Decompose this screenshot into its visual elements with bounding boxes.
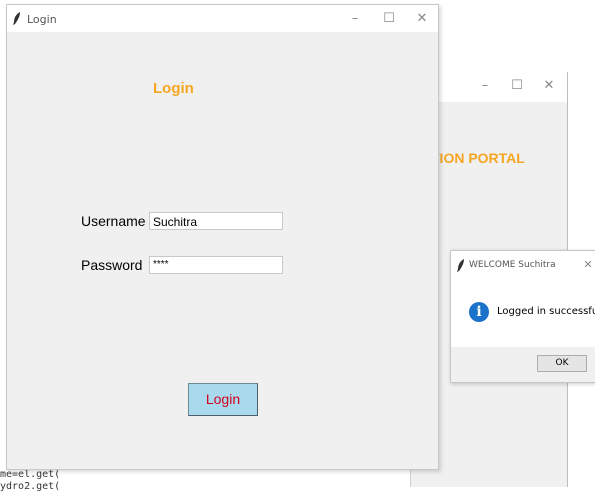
- password-field[interactable]: ****: [149, 256, 283, 274]
- welcome-dialog: WELCOME Suchitra ✕ i Logged in successfu…: [450, 250, 595, 383]
- feather-icon: [13, 12, 21, 28]
- code-line: me=el.get(: [0, 469, 61, 480]
- dialog-title: WELCOME Suchitra: [469, 260, 556, 270]
- login-titlebar: Login – ☐ ✕: [7, 5, 438, 32]
- login-window: Login – ☐ ✕ Login Username Suchitra Pass…: [6, 4, 439, 470]
- close-icon[interactable]: ✕: [535, 76, 563, 96]
- minimize-icon[interactable]: –: [341, 9, 369, 29]
- portal-title: TION PORTAL: [431, 150, 525, 166]
- feather-icon: [457, 259, 465, 275]
- close-icon[interactable]: ✕: [408, 9, 436, 29]
- info-icon: i: [469, 302, 489, 322]
- dialog-message: Logged in successfully: [497, 306, 595, 317]
- maximize-icon[interactable]: ☐: [503, 76, 531, 96]
- password-label: Password: [81, 257, 143, 273]
- dialog-titlebar: WELCOME Suchitra ✕: [451, 251, 595, 279]
- window-title: Login: [27, 13, 57, 26]
- login-client-area: Login Username Suchitra Password **** Lo…: [7, 32, 438, 469]
- username-label: Username: [81, 213, 146, 229]
- login-button[interactable]: Login: [188, 383, 258, 416]
- username-field[interactable]: Suchitra: [149, 212, 283, 230]
- minimize-icon[interactable]: –: [471, 76, 499, 96]
- login-heading: Login: [153, 80, 194, 97]
- close-icon[interactable]: ✕: [579, 255, 595, 275]
- ok-button[interactable]: OK: [537, 355, 587, 372]
- maximize-icon[interactable]: ☐: [375, 9, 403, 29]
